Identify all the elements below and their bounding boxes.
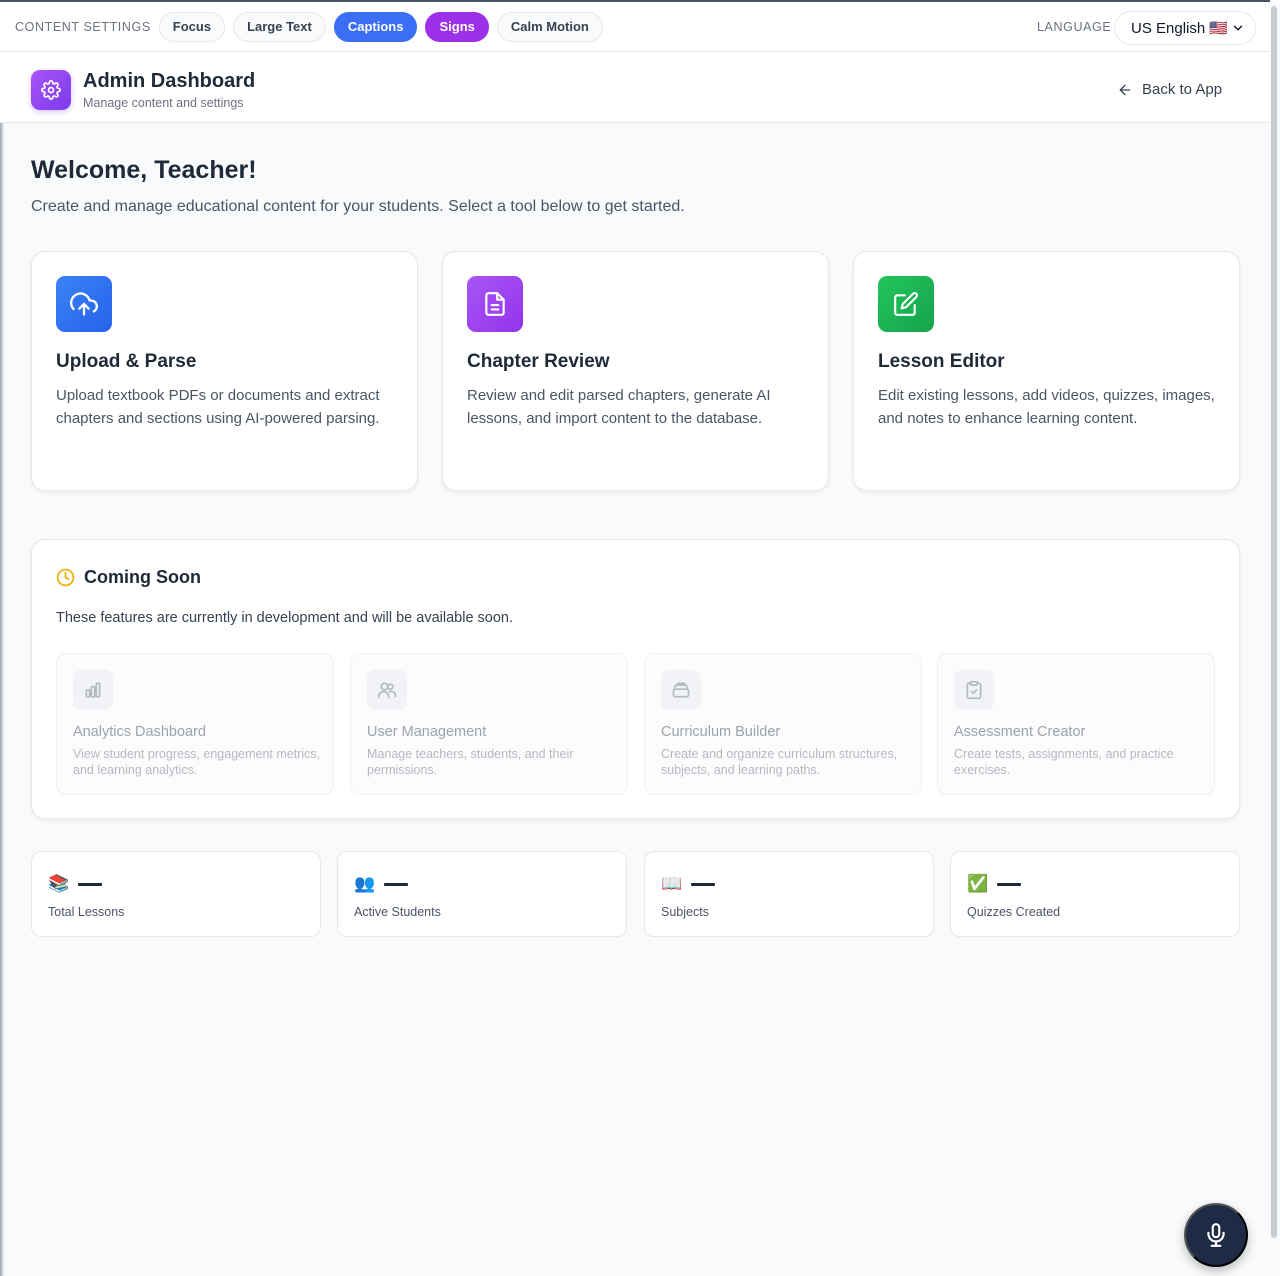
stat-label: Subjects <box>661 905 709 919</box>
tool-title: Upload & Parse <box>56 351 197 372</box>
tool-description: Edit existing lessons, add videos, quizz… <box>878 387 1215 427</box>
focus-chip[interactable]: Focus <box>158 11 226 42</box>
stat-active-students: 👥 Active Students <box>337 851 627 937</box>
calm-motion-chip[interactable]: Calm Motion <box>496 11 603 42</box>
feature-description: View student progress, engagement metric… <box>73 747 321 777</box>
microphone-icon <box>1207 1223 1225 1247</box>
bar-chart-icon <box>73 670 113 710</box>
page-left-edge <box>0 0 4 1276</box>
clock-icon <box>56 568 75 587</box>
feature-title: Analytics Dashboard <box>73 724 206 740</box>
large-text-chip[interactable]: Large Text <box>233 11 326 42</box>
captions-chip[interactable]: Captions <box>333 11 418 42</box>
edit-icon <box>878 276 934 332</box>
curriculum-builder-card: Curriculum Builder Create and organize c… <box>644 653 922 795</box>
chevron-down-icon <box>1233 25 1243 31</box>
feature-description: Manage teachers, students, and their per… <box>367 747 574 777</box>
stat-value-placeholder <box>997 882 1021 886</box>
lesson-editor-card[interactable]: Lesson Editor Edit existing lessons, add… <box>853 251 1240 491</box>
language-select[interactable]: US English 🇺🇸 <box>1114 11 1256 45</box>
welcome-subtitle: Create and manage educational content fo… <box>31 198 685 215</box>
coming-soon-panel: Coming Soon These features are currently… <box>31 539 1240 819</box>
chapter-review-card[interactable]: Chapter Review Review and edit parsed ch… <box>442 251 829 491</box>
back-to-app-label: Back to App <box>1142 81 1223 98</box>
content-settings-bar: CONTENT SETTINGS Focus Large Text Captio… <box>0 0 1270 52</box>
people-icon: 👥 <box>354 874 376 894</box>
stat-subjects: 📖 Subjects <box>644 851 934 937</box>
stat-label: Total Lessons <box>48 905 125 919</box>
back-to-app-link[interactable]: Back to App <box>1117 81 1222 98</box>
language-label: LANGUAGE <box>1037 20 1112 34</box>
upload-cloud-icon <box>56 276 112 332</box>
signs-chip[interactable]: Signs <box>425 11 489 42</box>
content-settings-label: CONTENT SETTINGS <box>15 19 151 34</box>
page-title: Admin Dashboard <box>83 70 256 92</box>
feature-title: Assessment Creator <box>954 724 1086 740</box>
coming-soon-header: Coming Soon <box>56 567 201 588</box>
document-icon <box>467 276 523 332</box>
user-management-card: User Management Manage teachers, student… <box>350 653 628 795</box>
stat-label: Quizzes Created <box>967 905 1061 919</box>
stat-value-placeholder <box>384 882 408 886</box>
page-header: Admin Dashboard Manage content and setti… <box>0 52 1270 123</box>
tool-description: Upload textbook PDFs or documents and ex… <box>56 387 380 427</box>
tool-title: Lesson Editor <box>878 351 1005 372</box>
feature-title: Curriculum Builder <box>661 724 781 740</box>
open-book-icon: 📖 <box>661 874 683 894</box>
clipboard-check-icon <box>954 670 994 710</box>
vertical-scrollbar[interactable] <box>1271 6 1277 1238</box>
tool-description: Review and edit parsed chapters, generat… <box>467 387 771 427</box>
coming-soon-title: Coming Soon <box>84 567 201 587</box>
arrow-left-icon <box>1119 84 1131 95</box>
stat-label: Active Students <box>354 905 441 919</box>
feature-description: Create and organize curriculum structure… <box>661 747 898 777</box>
coming-soon-description: These features are currently in developm… <box>56 610 514 626</box>
stat-value-placeholder <box>691 882 715 886</box>
check-mark-icon: ✅ <box>967 874 989 894</box>
upload-parse-card[interactable]: Upload & Parse Upload textbook PDFs or d… <box>31 251 418 491</box>
users-icon <box>367 670 407 710</box>
tool-title: Chapter Review <box>467 351 610 372</box>
assessment-creator-card: Assessment Creator Create tests, assignm… <box>937 653 1215 795</box>
layers-icon <box>661 670 701 710</box>
books-icon: 📚 <box>48 874 70 894</box>
stat-value-placeholder <box>78 882 102 886</box>
feature-description: Create tests, assignments, and practice … <box>954 747 1174 777</box>
language-value: US English 🇺🇸 <box>1131 20 1229 37</box>
stat-total-lessons: 📚 Total Lessons <box>31 851 321 937</box>
voice-input-button[interactable] <box>1184 1203 1248 1267</box>
analytics-dashboard-card: Analytics Dashboard View student progres… <box>56 653 334 795</box>
feature-title: User Management <box>367 724 487 740</box>
welcome-title: Welcome, Teacher! <box>31 156 257 184</box>
stat-quizzes-created: ✅ Quizzes Created <box>950 851 1240 937</box>
page-subtitle: Manage content and settings <box>83 96 244 110</box>
settings-gear-icon <box>31 70 71 110</box>
